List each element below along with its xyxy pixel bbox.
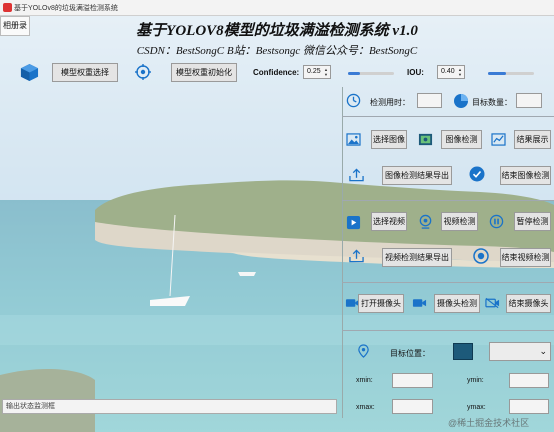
detect-video-button[interactable]: 视频检测 (441, 212, 478, 231)
iou-label: IOU: (407, 68, 424, 77)
count-label: 目标数量： (472, 98, 512, 107)
image-detect-icon (418, 133, 433, 146)
target-select[interactable]: ⌄ (489, 342, 551, 361)
xmax-label: xmax: (356, 404, 375, 411)
status-output-box[interactable]: 输出状态监测框 (2, 399, 337, 414)
confidence-slider-fill (348, 72, 360, 75)
xmax-field (392, 399, 433, 414)
pause-detect-button[interactable]: 暂停检测 (514, 212, 551, 231)
end-image-detect-button[interactable]: 结束图像检测 (500, 166, 551, 185)
iou-value: 0.40 (441, 68, 455, 75)
detect-image-button[interactable]: 图像检测 (441, 130, 482, 149)
spin-arrows-icon[interactable]: ▲ ▼ (458, 67, 463, 77)
select-video-button[interactable]: 选择视频 (371, 212, 407, 231)
confidence-spinbox[interactable]: 0.25 ▲ ▼ (303, 65, 331, 79)
page-title: 基于YOLOV8模型的垃圾满溢检测系统 v1.0 (136, 23, 418, 39)
count-value-field (516, 93, 542, 108)
check-circle-icon (469, 166, 485, 182)
open-camera-button[interactable]: 打开摄像头 (358, 294, 404, 313)
time-label: 检测用时： (370, 98, 410, 107)
select-image-button[interactable]: 选择图像 (371, 130, 407, 149)
xmin-field (392, 373, 433, 388)
chart-line-icon (491, 133, 506, 146)
pie-chart-icon (454, 94, 468, 108)
image-icon (346, 133, 361, 146)
target-icon[interactable] (135, 64, 151, 80)
xmin-label: xmin: (356, 377, 373, 384)
pause-icon (489, 214, 504, 229)
upload-icon (349, 168, 364, 182)
camera-off-icon (485, 297, 500, 309)
ymin-field (509, 373, 549, 388)
cube-icon (20, 63, 39, 82)
ymax-label: ymax: (467, 404, 486, 411)
ymin-label: ymin: (467, 377, 484, 384)
video-file-icon (346, 215, 361, 230)
target-position-label: 目标位置： (390, 349, 430, 358)
spin-arrows-icon[interactable]: ▲ ▼ (324, 67, 329, 77)
export-video-result-button[interactable]: 视频检测结果导出 (382, 248, 452, 267)
target-badge-icon (453, 343, 473, 360)
clock-icon (346, 93, 361, 108)
stop-circle-icon (473, 248, 489, 264)
detect-camera-button[interactable]: 摄像头检测 (434, 294, 480, 313)
iou-slider-fill (488, 72, 507, 75)
divider (342, 116, 554, 117)
location-pin-icon (358, 344, 369, 358)
show-result-button[interactable]: 结果展示 (514, 130, 551, 149)
select-weights-button[interactable]: 模型权重选择 (52, 63, 118, 82)
upload-icon (349, 249, 364, 263)
chevron-down-icon[interactable]: ⌄ (539, 346, 547, 357)
window-title: 基于YOLOv8的垃圾满溢检测系统 (14, 5, 118, 12)
divider (342, 330, 554, 331)
video-detect-icon (419, 214, 432, 229)
time-value-field (417, 93, 442, 108)
ymax-field (509, 399, 549, 414)
iou-spinbox[interactable]: 0.40 ▲ ▼ (437, 65, 465, 79)
camera-detect-icon (412, 299, 427, 307)
init-weights-button[interactable]: 模型权重初始化 (171, 63, 237, 82)
app-icon (3, 3, 12, 12)
watermark: @稀土掘金技术社区 (448, 418, 530, 428)
confidence-label: Confidence: (253, 68, 300, 77)
divider (342, 200, 554, 201)
page-subtitle: CSDN：BestSongC B站：Bestsongc 微信公众号：BestSo… (136, 45, 418, 57)
export-image-result-button[interactable]: 图像检测结果导出 (382, 166, 452, 185)
confidence-value: 0.25 (307, 68, 321, 75)
window-titlebar: 基于YOLOv8的垃圾满溢检测系统 (0, 0, 554, 16)
end-camera-button[interactable]: 结束摄像头 (506, 294, 551, 313)
end-video-detect-button[interactable]: 结束视频检测 (500, 248, 551, 267)
divider (342, 282, 554, 283)
